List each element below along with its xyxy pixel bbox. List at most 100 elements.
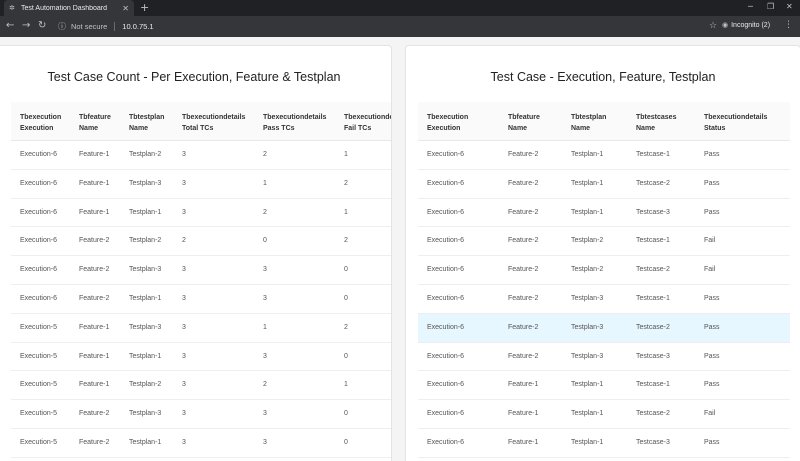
- column-header[interactable]: Tbexecutiondetails Fail TCs: [344, 112, 391, 134]
- table-row[interactable]: Execution-6 Feature-1 Testplan-1 3 2 1: [11, 199, 391, 228]
- minimize-icon[interactable]: ─: [748, 2, 753, 11]
- table-cell: Feature-1: [508, 410, 539, 418]
- table-row[interactable]: Execution-6 Feature-2 Testplan-1 Testcase-2…: [418, 170, 790, 199]
- bookmark-star-icon[interactable]: ☆: [709, 21, 717, 31]
- table-cell: Testplan-1: [129, 438, 162, 446]
- table-cell: 2: [263, 208, 267, 216]
- column-header[interactable]: Tbfeature Name: [508, 112, 540, 134]
- table-row[interactable]: Execution-5 Feature-1 Testplan-3 3 1 2: [11, 314, 391, 343]
- reload-icon[interactable]: ↻: [38, 20, 46, 32]
- table-cell: Feature-2: [508, 237, 539, 245]
- table-cell: Feature-1: [508, 438, 539, 446]
- table-row[interactable]: Execution-6 Feature-2 Testplan-1 3 3 0: [11, 285, 391, 314]
- table-cell: 2: [344, 237, 348, 245]
- table-cell: Testplan-2: [571, 266, 604, 274]
- table-cell: Feature-2: [508, 352, 539, 360]
- column-header[interactable]: Tbexecution Execution: [427, 112, 468, 134]
- table-cell: Testplan-3: [129, 266, 162, 274]
- forward-icon[interactable]: →: [22, 20, 30, 32]
- table-row[interactable]: Execution-6 Feature-2 Testplan-2 2 0 2: [11, 227, 391, 257]
- column-header[interactable]: Tbexecution Execution: [20, 112, 61, 134]
- restore-icon[interactable]: ❐: [767, 2, 774, 11]
- table-cell: Execution-6: [427, 266, 464, 274]
- table-cell: Feature-1: [79, 323, 110, 331]
- table-cell: Testcase-2: [636, 410, 670, 418]
- table-cell: Execution-6: [427, 438, 464, 446]
- column-header[interactable]: Tbtestplan Name: [571, 112, 606, 134]
- table-cell: Execution-6: [20, 237, 57, 245]
- table-row[interactable]: Execution-6 Feature-1 Testplan-2 3 2 1: [11, 141, 391, 170]
- card-title: Test Case - Execution, Feature, Testplan: [490, 70, 716, 84]
- table-cell: 1: [344, 151, 348, 158]
- table-cell: Execution-6: [427, 151, 464, 158]
- table-cell: Feature-1: [79, 151, 110, 158]
- table-cell: Testcase-1: [636, 237, 670, 245]
- table-row[interactable]: Execution-6 Feature-2 Testplan-1 Testcase-3…: [418, 199, 790, 228]
- table-cell: Testplan-3: [129, 179, 162, 187]
- column-header[interactable]: Tbexecutiondetails Pass TCs: [263, 112, 326, 134]
- table-cell: 3: [263, 438, 267, 446]
- page-content: Test Case Count - Per Execution, Feature…: [0, 37, 800, 461]
- tab-title: Test Automation Dashboard: [21, 4, 107, 12]
- info-icon[interactable]: ⓘ: [58, 21, 66, 32]
- table-cell: Pass: [704, 208, 720, 216]
- table-cell: Testcase-1: [636, 151, 670, 158]
- table-row[interactable]: Execution-6 Feature-2 Testplan-1 Testcase-1…: [418, 141, 790, 170]
- table-cell: Testplan-1: [129, 352, 162, 360]
- column-header[interactable]: Tbtestcases Name: [636, 112, 676, 134]
- column-header[interactable]: Tbtestplan Name: [129, 112, 164, 134]
- table-row[interactable]: Execution-6 Feature-1 Testplan-3 3 1 2: [11, 170, 391, 199]
- table-header: Tbexecution Execution Tbfeature Name Tbtes…: [418, 102, 790, 141]
- table-cell: 3: [263, 352, 267, 360]
- browser-menu-icon[interactable]: ⋮: [784, 20, 793, 30]
- table-row[interactable]: Execution-6 Feature-1 Testplan-1 Testcase-1…: [418, 371, 790, 401]
- new-tab-icon[interactable]: +: [140, 1, 149, 15]
- table-row[interactable]: Execution-6 Feature-2 Testplan-3 Testcase-2…: [418, 313, 790, 343]
- table-cell: Testplan-1: [571, 208, 604, 216]
- table-cell: Feature-2: [508, 266, 539, 274]
- table-cell: 3: [182, 410, 186, 418]
- table-cell: 2: [263, 151, 267, 158]
- table-cell: Feature-2: [79, 266, 110, 274]
- table-row[interactable]: Execution-5 Feature-1 Testplan-2 3 2 1: [11, 371, 391, 401]
- table-row[interactable]: Execution-6 Feature-1 Testplan-1 Testcase-2…: [418, 400, 790, 429]
- column-header[interactable]: Tbfeature Name: [79, 112, 111, 134]
- table-cell: Feature-2: [508, 179, 539, 187]
- table-cell: Execution-6: [427, 323, 464, 331]
- browser-tab[interactable]: ✲ Test Automation Dashboard ✕: [4, 0, 134, 16]
- table-cell: Testplan-1: [571, 410, 604, 418]
- column-header[interactable]: Tbexecutiondetails Total TCs: [182, 112, 245, 134]
- table-cell: 0: [344, 266, 348, 274]
- table-cell: Execution-6: [427, 294, 464, 302]
- back-icon[interactable]: ←: [6, 20, 14, 32]
- table-cell: 0: [344, 294, 348, 302]
- table-cell: Execution-6: [427, 352, 464, 360]
- test-case-count-table: Tbexecution Execution Tbfeature Name Tbtes…: [11, 102, 391, 458]
- table-cell: 3: [182, 266, 186, 274]
- table-row[interactable]: Execution-6 Feature-2 Testplan-3 3 3 0: [11, 256, 391, 285]
- table-cell: Fail: [704, 266, 716, 274]
- table-cell: Execution-6: [20, 179, 57, 187]
- table-row[interactable]: Execution-6 Feature-2 Testplan-2 Testcase-2…: [418, 256, 790, 285]
- table-cell: Fail: [704, 410, 716, 418]
- table-cell: Testplan-3: [571, 294, 604, 302]
- incognito-indicator[interactable]: ◉ Incognito (2): [722, 21, 770, 29]
- table-row[interactable]: Execution-6 Feature-2 Testplan-3 Testcase-3…: [418, 343, 790, 372]
- table-row[interactable]: Execution-5 Feature-2 Testplan-3 3 3 0: [11, 400, 391, 429]
- window-close-icon[interactable]: ✕: [786, 2, 793, 11]
- table-cell: Testplan-2: [129, 237, 162, 245]
- table-row[interactable]: Execution-6 Feature-1 Testplan-1 Testcase-3…: [418, 429, 790, 458]
- address-bar[interactable]: ⓘ Not secure 10.0.75.1: [52, 19, 726, 34]
- table-row[interactable]: Execution-5 Feature-2 Testplan-1 3 3 0: [11, 429, 391, 458]
- favicon-icon: ✲: [9, 4, 15, 12]
- close-tab-icon[interactable]: ✕: [122, 4, 129, 13]
- column-header[interactable]: Tbexecutiondetails Status: [704, 112, 767, 134]
- table-cell: Feature-2: [79, 410, 110, 418]
- security-label: Not secure: [71, 22, 108, 31]
- table-row[interactable]: Execution-5 Feature-1 Testplan-1 3 3 0: [11, 343, 391, 372]
- table-cell: Execution-5: [20, 381, 57, 389]
- table-row[interactable]: Execution-6 Feature-2 Testplan-2 Testcase-1…: [418, 227, 790, 257]
- url-text[interactable]: 10.0.75.1: [122, 22, 153, 31]
- table-row[interactable]: Execution-6 Feature-2 Testplan-3 Testcase-1…: [418, 285, 790, 314]
- browser-toolbar: ← → ↻ ⓘ Not secure 10.0.75.1 ☆ ◉ Incogni…: [0, 16, 800, 37]
